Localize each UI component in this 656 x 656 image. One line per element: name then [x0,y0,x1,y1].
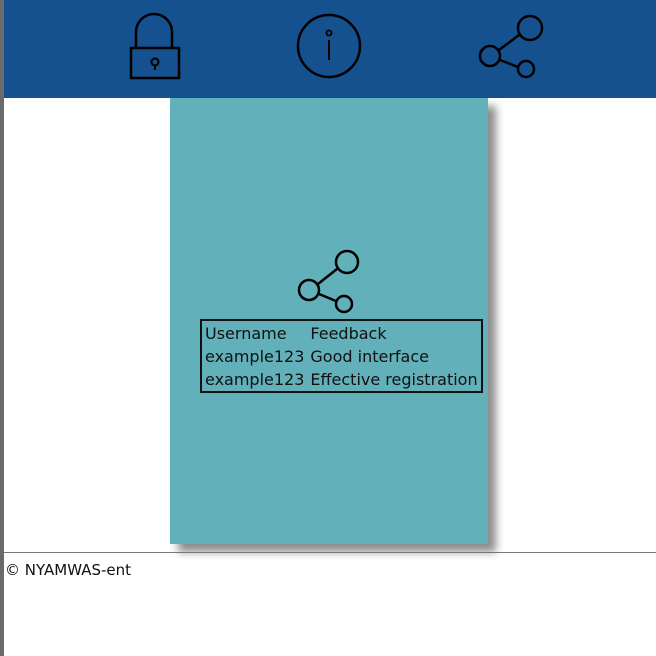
username-cell: example123 [205,370,305,389]
column-header-feedback: Feedback [310,324,387,343]
page: Username Feedback example123 Good interf… [0,0,656,656]
feedback-table: Username Feedback example123 Good interf… [200,319,483,393]
table-header-row: Username Feedback [201,320,482,345]
info-icon[interactable] [295,12,363,80]
feedback-card: Username Feedback example123 Good interf… [170,98,488,544]
table-row: example123 Good interface [201,345,482,368]
copyright-text: © NYAMWAS-ent [5,561,132,579]
footer: © NYAMWAS-ent [4,552,656,656]
share-icon[interactable] [474,12,548,82]
table-row: example123 Effective registration [201,368,482,392]
lock-icon[interactable] [122,10,186,84]
header-bar [4,0,656,98]
username-cell: example123 [205,347,305,366]
column-header-username: Username [205,324,287,343]
feedback-cell: Effective registration [310,370,478,389]
share-icon[interactable] [297,248,361,314]
feedback-cell: Good interface [310,347,429,366]
